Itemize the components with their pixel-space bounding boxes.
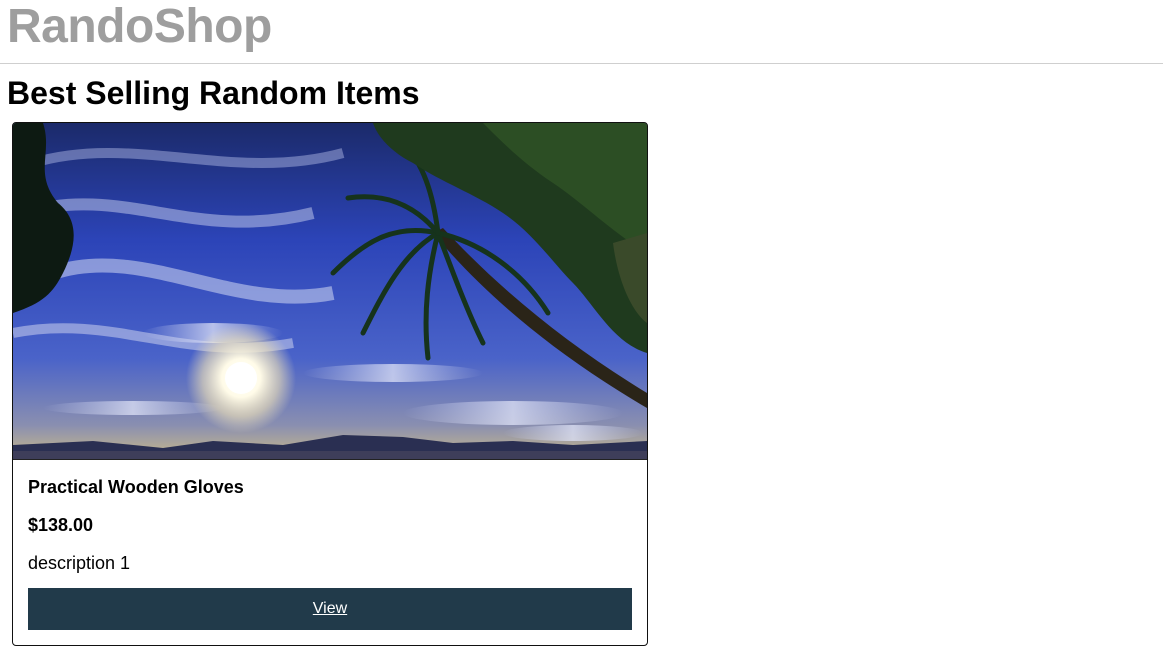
site-header: RandoShop	[0, 0, 1163, 64]
brand-logo[interactable]: RandoShop	[7, 1, 272, 53]
product-image[interactable]	[13, 123, 647, 460]
product-name: Practical Wooden Gloves	[28, 477, 244, 497]
product-price: $138.00	[28, 515, 94, 535]
product-description: description 1	[28, 553, 131, 573]
section-title: Best Selling Random Items	[7, 75, 420, 111]
view-button[interactable]: View	[28, 588, 632, 630]
product-card: Practical Wooden Gloves $138.00 descript…	[12, 122, 648, 646]
